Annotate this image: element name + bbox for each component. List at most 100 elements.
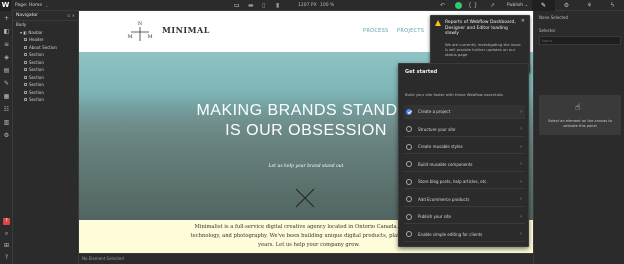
unchecked-icon (406, 231, 412, 237)
checklist-item[interactable]: Publish your site › (404, 210, 525, 224)
element-box-icon (24, 98, 27, 102)
webflow-designer: W Page: Home ⌄ ▭ ▬ ▯ ▮ 1207 PX 100 % ↶ {… (0, 0, 624, 264)
navigator-item-label: Section (29, 67, 44, 73)
navigator-item[interactable]: Section (13, 51, 78, 59)
logo-letter-n: N (138, 21, 143, 27)
settings-panel-tab-icon[interactable]: ⚙ (555, 0, 578, 11)
style-panel-tab-icon[interactable]: ✎ (532, 0, 555, 11)
minimal-logo-icon[interactable]: N M M (127, 19, 153, 45)
get-started-panel: Get started Build your site faster with … (398, 63, 529, 247)
panel-tabs: ✎ ⚙ ⚘ ϟ (532, 0, 624, 11)
checklist-item[interactable]: Store blog posts, help articles, etc. › (404, 175, 525, 189)
styles-icon[interactable]: ▥ (3, 119, 10, 126)
logo-letter-m1: M (127, 34, 132, 40)
chevron-right-icon: › (520, 108, 522, 115)
hero-cross-icon (295, 188, 315, 208)
page-selector[interactable]: Page: Home (15, 3, 42, 8)
logo-text[interactable]: MINIMAL (162, 25, 210, 35)
navigator-item[interactable]: Section (13, 59, 78, 67)
navigator-item[interactable]: ▾ ◧ Navbar (13, 29, 78, 37)
top-toolbar: W Page: Home ⌄ ▭ ▬ ▯ ▮ 1207 PX 100 % ↶ {… (0, 0, 624, 11)
checklist-item[interactable]: Create reusable styles › (404, 140, 525, 154)
unchecked-icon (406, 143, 412, 150)
get-started-description: Build your site faster with these Webflo… (405, 92, 504, 97)
chevron-right-icon: › (520, 161, 522, 167)
edit-icon[interactable]: ✎ (3, 80, 10, 87)
interactions-panel-tab-icon[interactable]: ⚘ (578, 0, 601, 11)
effects-panel-tab-icon[interactable]: ϟ (601, 0, 624, 11)
navigator-item-label: Header (29, 37, 44, 43)
navigator-item[interactable]: Section (13, 74, 78, 82)
navigator-item[interactable]: Header (13, 36, 78, 44)
navigator-item-label: Section (29, 97, 44, 103)
add-element-icon[interactable]: + (3, 15, 10, 22)
navigator-item-label: Section (29, 74, 44, 80)
logo-letter-m2: M (147, 34, 152, 40)
search-icon[interactable]: ⌕ (3, 230, 10, 237)
chevron-right-icon: › (520, 143, 522, 150)
tablet-view-icon[interactable]: ▬ (248, 2, 254, 9)
share-icon[interactable]: ↗ (490, 2, 495, 9)
notification-title: Reports of Webflow Dashboard, Designer a… (445, 20, 516, 36)
empty-panel-message: ☝ Select an element on the canvas to act… (539, 95, 621, 135)
checklist-item[interactable]: Enable simple editing for clients › (404, 228, 525, 242)
grid-icon[interactable]: ⊞ (3, 242, 10, 249)
desktop-view-icon[interactable]: ▭ (234, 2, 240, 9)
nav-link-process[interactable]: PROCESS (363, 28, 389, 34)
navigator-panel: Navigator ⊡ ✕ Body ▾ ◧ Navbar Header About … (13, 11, 79, 264)
navigator-item[interactable]: Section (13, 96, 78, 104)
chevron-right-icon: › (520, 178, 522, 185)
navigator-controls-icon[interactable]: ⊡ ✕ (67, 13, 75, 18)
symbols-icon[interactable]: ◈ (3, 54, 10, 61)
cms-icon[interactable]: ▤ (3, 67, 10, 74)
navigator-item-label: Section (29, 89, 44, 95)
publish-status-icon (455, 2, 462, 9)
assets-icon[interactable]: ☷ (3, 106, 10, 113)
help-icon[interactable]: ? (3, 218, 10, 225)
checklist-item[interactable]: Structure your site › (404, 123, 525, 137)
navigator-item-label: About Section (29, 44, 57, 50)
code-icon[interactable]: { } (468, 2, 478, 9)
pages-icon[interactable]: ≡ (3, 41, 10, 48)
canvas-zoom[interactable]: 100 % (320, 3, 334, 8)
navigator-item-label: Section (29, 52, 44, 58)
ecommerce-icon[interactable]: ▦ (3, 93, 10, 100)
pointer-hand-icon: ☝ (575, 103, 581, 113)
checklist-item[interactable]: Add Ecommerce products › (404, 193, 525, 207)
checklist-item-label: Enable simple editing for clients (418, 231, 483, 237)
mobile-portrait-icon[interactable]: ▮ (276, 2, 279, 9)
mobile-landscape-icon[interactable]: ▯ (262, 2, 265, 9)
checklist-item-label: Publish your site (418, 214, 452, 219)
element-box-icon (24, 83, 27, 87)
empty-panel-text: Select an element on the canvas to activ… (548, 119, 612, 128)
navigator-item-label: Section (29, 59, 44, 65)
checklist-item-label: Store blog posts, help articles, etc. (418, 179, 488, 184)
checklist-item[interactable]: Create a project › (404, 105, 525, 119)
publish-button[interactable]: Publish ⌄ (507, 3, 528, 8)
question-icon[interactable]: ? (3, 254, 10, 261)
element-box-icon (24, 45, 27, 49)
navigator-item[interactable]: Section (13, 66, 78, 74)
close-icon[interactable]: ✕ (521, 18, 525, 24)
webflow-logo-icon[interactable]: W (0, 0, 11, 11)
chevron-right-icon: › (520, 213, 522, 220)
selector-label: Selector (539, 28, 556, 33)
navigator-item[interactable]: Section (13, 89, 78, 97)
checklist-item-label: Structure your site (418, 126, 456, 132)
navigator-item-label: ▾ ◧ Navbar (20, 29, 43, 35)
undo-icon[interactable]: ↶ (440, 2, 445, 9)
navigator-item[interactable]: About Section (13, 44, 78, 52)
project-settings-icon[interactable]: ⚙ (3, 132, 10, 139)
nav-link-projects[interactable]: PROJECTS (397, 28, 424, 34)
navigator-item[interactable]: Section (13, 81, 78, 89)
page-caret-icon[interactable]: ⌄ (45, 3, 48, 8)
notification-body: We are currently investigating the issue… (445, 42, 521, 57)
selector-input[interactable]: None (539, 36, 621, 45)
checked-icon (406, 108, 412, 115)
element-box-icon (24, 90, 27, 94)
navigator-icon[interactable]: ◧ (3, 28, 10, 35)
get-started-title: Get started (405, 69, 438, 75)
checklist-item-label: Add Ecommerce products (418, 196, 470, 202)
navigator-item[interactable]: Body (13, 21, 78, 29)
checklist-item[interactable]: Build reusable components › (404, 158, 525, 172)
